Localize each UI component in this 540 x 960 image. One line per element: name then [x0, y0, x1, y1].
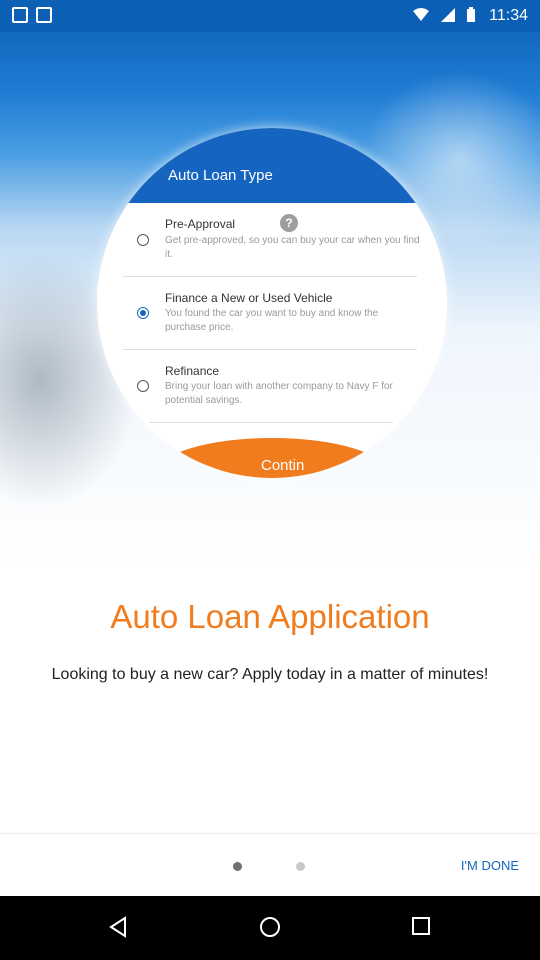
- pre-approval-radio: [137, 234, 149, 246]
- page-indicator-dot-active[interactable]: [233, 862, 242, 871]
- hero-illustration: Auto Loan Type Pre-Approval ? Get pre-ap…: [0, 0, 540, 572]
- option-title: Pre-Approval: [165, 217, 236, 231]
- recents-icon[interactable]: [411, 916, 431, 936]
- loan-type-card: Auto Loan Type Pre-Approval ? Get pre-ap…: [97, 128, 447, 478]
- page-subtitle: Looking to buy a new car? Apply today in…: [51, 666, 489, 683]
- card-title: Auto Loan Type: [168, 167, 273, 184]
- home-icon[interactable]: [259, 916, 281, 938]
- refinance-radio: [137, 380, 149, 392]
- pager-bar: I'M DONE: [0, 833, 540, 897]
- option-description: Get pre-approved, so you can buy your ca…: [165, 235, 420, 260]
- clock: 11:34: [489, 7, 528, 24]
- wifi-icon: [413, 8, 429, 21]
- finance-vehicle-radio: [137, 307, 149, 319]
- notification-icons: [12, 7, 52, 23]
- option-refinance: Refinance Bring your loan with another c…: [123, 361, 423, 421]
- im-done-button[interactable]: I'M DONE: [461, 858, 519, 873]
- page-indicator-dot[interactable]: [296, 862, 305, 871]
- option-title: Refinance: [165, 364, 220, 378]
- option-description: You found the car you want to buy and kn…: [165, 308, 379, 333]
- option-description: Bring your loan with another company to …: [165, 381, 393, 406]
- page-title: Auto Loan Application: [110, 598, 430, 635]
- back-icon[interactable]: [108, 916, 128, 938]
- system-nav-bar: [0, 896, 540, 960]
- status-icons: [412, 7, 476, 23]
- help-icon: ?: [280, 214, 298, 232]
- divider: [149, 422, 393, 423]
- divider: [123, 349, 417, 350]
- option-title: Finance a New or Used Vehicle: [165, 291, 333, 305]
- notification-icon: [12, 7, 28, 23]
- option-pre-approval: Pre-Approval ? Get pre-approved, so you …: [123, 214, 423, 275]
- notification-icon: [36, 7, 52, 23]
- card-header: Auto Loan Type: [97, 128, 447, 203]
- continue-label: Contin: [261, 457, 305, 474]
- status-bar: 11:34: [0, 0, 540, 32]
- battery-icon: [467, 7, 475, 22]
- continue-button-illustration: Contin: [157, 438, 387, 478]
- divider: [123, 276, 417, 277]
- option-finance-vehicle: Finance a New or Used Vehicle You found …: [123, 288, 423, 348]
- signal-icon: [441, 8, 455, 22]
